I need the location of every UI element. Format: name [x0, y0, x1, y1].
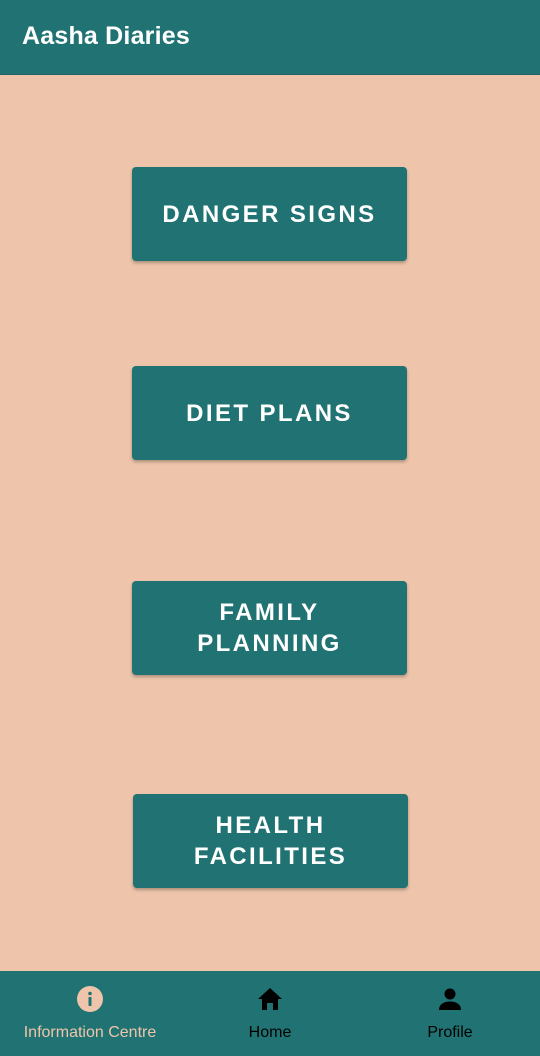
health-facilities-label-line1: HEALTH	[215, 812, 326, 839]
home-icon	[258, 988, 282, 1010]
nav-item-information-centre[interactable]: Information Centre	[0, 971, 180, 1056]
family-planning-label-line1: FAMILY	[219, 599, 320, 626]
nav-label-profile: Profile	[427, 1024, 473, 1041]
family-planning-label: FAMILY PLANNING	[197, 597, 342, 659]
health-facilities-label: HEALTH FACILITIES	[194, 810, 347, 872]
family-planning-button[interactable]: FAMILY PLANNING	[132, 581, 407, 675]
person-icon	[439, 988, 461, 1010]
health-facilities-label-line2: FACILITIES	[193, 843, 348, 870]
danger-signs-label: DANGER SIGNS	[162, 200, 377, 228]
health-facilities-button[interactable]: HEALTH FACILITIES	[133, 794, 408, 888]
nav-label-home: Home	[248, 1024, 292, 1041]
app-title: Aasha Diaries	[22, 21, 190, 50]
nav-label-information-centre: Information Centre	[23, 1024, 157, 1041]
danger-signs-button[interactable]: DANGER SIGNS	[132, 167, 407, 261]
nav-item-profile[interactable]: Profile	[360, 971, 540, 1056]
nav-item-home[interactable]: Home	[180, 971, 360, 1056]
info-icon	[77, 986, 103, 1012]
app-bar: Aasha Diaries	[0, 0, 540, 75]
bottom-navigation: Information Centre Home Profile	[0, 971, 540, 1056]
family-planning-label-line2: PLANNING	[197, 630, 342, 657]
diet-plans-label: DIET PLANS	[186, 399, 353, 427]
diet-plans-button[interactable]: DIET PLANS	[132, 366, 407, 460]
